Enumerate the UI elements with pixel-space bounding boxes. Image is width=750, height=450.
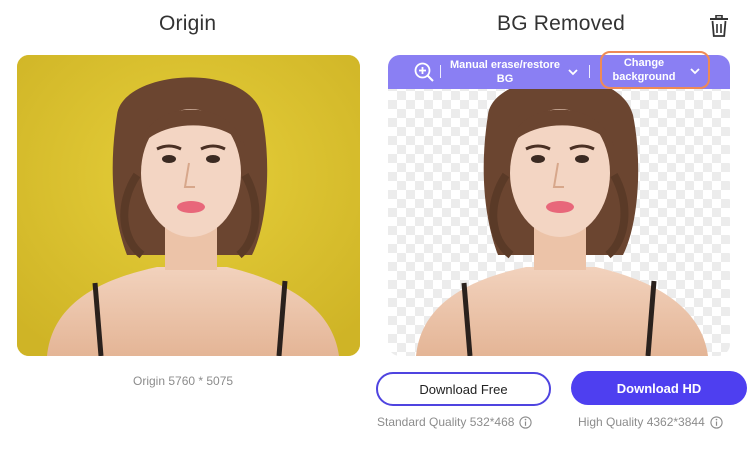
info-icon[interactable]	[710, 415, 723, 429]
origin-size-caption: Origin 5760 * 5075	[133, 374, 234, 388]
download-free-button[interactable]: Download Free	[376, 372, 551, 406]
bg-removed-title: BG Removed	[497, 12, 626, 35]
original-image	[17, 55, 360, 356]
trash-icon[interactable]	[709, 14, 729, 37]
info-icon[interactable]	[519, 415, 533, 429]
editor-toolbar: Manual erase/restore BG Change backgroun…	[388, 51, 730, 89]
change-background-label: Change background	[612, 57, 676, 83]
manual-erase-restore-label: Manual erase/restore BG	[449, 59, 561, 85]
chevron-down-icon	[690, 68, 700, 75]
bg-removed-image	[388, 55, 730, 356]
chevron-down-icon	[568, 69, 578, 76]
zoom-in-icon[interactable]	[414, 62, 434, 82]
manual-erase-restore-dropdown[interactable]: Manual erase/restore BG	[448, 57, 588, 87]
standard-quality-caption: Standard Quality 532*468	[377, 415, 533, 429]
change-background-dropdown[interactable]: Change background	[600, 51, 710, 89]
high-quality-caption: High Quality 4362*3844	[578, 415, 723, 429]
toolbar-divider	[589, 65, 590, 78]
origin-title: Origin	[159, 12, 217, 35]
toolbar-divider	[440, 65, 441, 78]
download-hd-button[interactable]: Download HD	[571, 371, 747, 405]
high-quality-text: High Quality 4362*3844	[578, 415, 705, 429]
standard-quality-text: Standard Quality 532*468	[377, 415, 515, 429]
